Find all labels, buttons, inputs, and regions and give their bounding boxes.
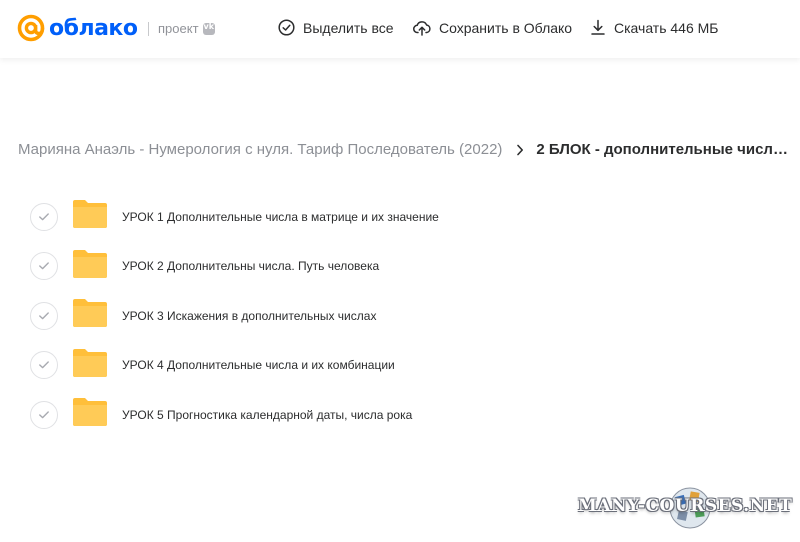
folder-icon (72, 348, 108, 383)
logo-text: облако (49, 15, 138, 41)
select-all-button[interactable]: Выделить все (278, 19, 394, 36)
at-logo-icon (17, 14, 45, 42)
check-icon[interactable] (30, 202, 58, 231)
list-item-label: УРОК 5 Прогностика календарной даты, чис… (122, 407, 413, 422)
folder-list: УРОК 1 Дополнительные числа в матрице и … (0, 192, 800, 440)
list-item[interactable]: УРОК 2 Дополнительны числа. Путь человек… (0, 242, 800, 292)
cloud-logo[interactable]: облако (17, 14, 138, 42)
folder-icon (72, 249, 108, 284)
folder-icon (72, 397, 108, 432)
download-label: Скачать 446 МБ (614, 19, 719, 36)
list-item[interactable]: УРОК 1 Дополнительные числа в матрице и … (0, 192, 800, 242)
list-item[interactable]: УРОК 5 Прогностика календарной даты, чис… (0, 390, 800, 440)
project-text: проект (158, 21, 199, 36)
watermark-text: MANY-COURSES.NET (578, 496, 793, 516)
project-label[interactable]: проект (158, 21, 215, 36)
list-item-label: УРОК 1 Дополнительные числа в матрице и … (122, 209, 439, 224)
cloud-upload-icon (413, 19, 439, 36)
chevron-right-icon (516, 144, 524, 156)
list-item-label: УРОК 4 Дополнительные числа и их комбина… (122, 358, 395, 373)
download-button[interactable]: Скачать 446 МБ (590, 19, 719, 36)
check-icon[interactable] (30, 252, 58, 281)
breadcrumb-current: 2 БЛОК - дополнительные числа в ... (536, 141, 788, 158)
top-header: облако проект Выделить все Сохранить в О… (0, 0, 800, 58)
check-icon[interactable] (30, 400, 58, 429)
download-icon (590, 19, 614, 36)
select-all-label: Выделить все (303, 19, 394, 36)
vk-icon (202, 22, 215, 35)
folder-icon (72, 199, 108, 234)
check-icon[interactable] (30, 351, 58, 380)
list-item-label: УРОК 2 Дополнительны числа. Путь человек… (122, 259, 380, 274)
watermark: MANY-COURSES.NET (578, 486, 794, 530)
check-circle-icon (278, 19, 303, 36)
check-icon[interactable] (30, 301, 58, 330)
folder-icon (72, 298, 108, 333)
list-item[interactable]: УРОК 4 Дополнительные числа и их комбина… (0, 341, 800, 391)
breadcrumb: Марияна Анаэль - Нумерология с нуля. Тар… (18, 141, 788, 158)
list-item[interactable]: УРОК 3 Искажения в дополнительных числах (0, 291, 800, 341)
logo-divider (148, 22, 149, 36)
save-to-cloud-label: Сохранить в Облако (439, 19, 573, 36)
save-to-cloud-button[interactable]: Сохранить в Облако (413, 19, 572, 36)
list-item-label: УРОК 3 Искажения в дополнительных числах (122, 308, 377, 323)
breadcrumb-parent-link[interactable]: Марияна Анаэль - Нумерология с нуля. Тар… (18, 141, 502, 158)
